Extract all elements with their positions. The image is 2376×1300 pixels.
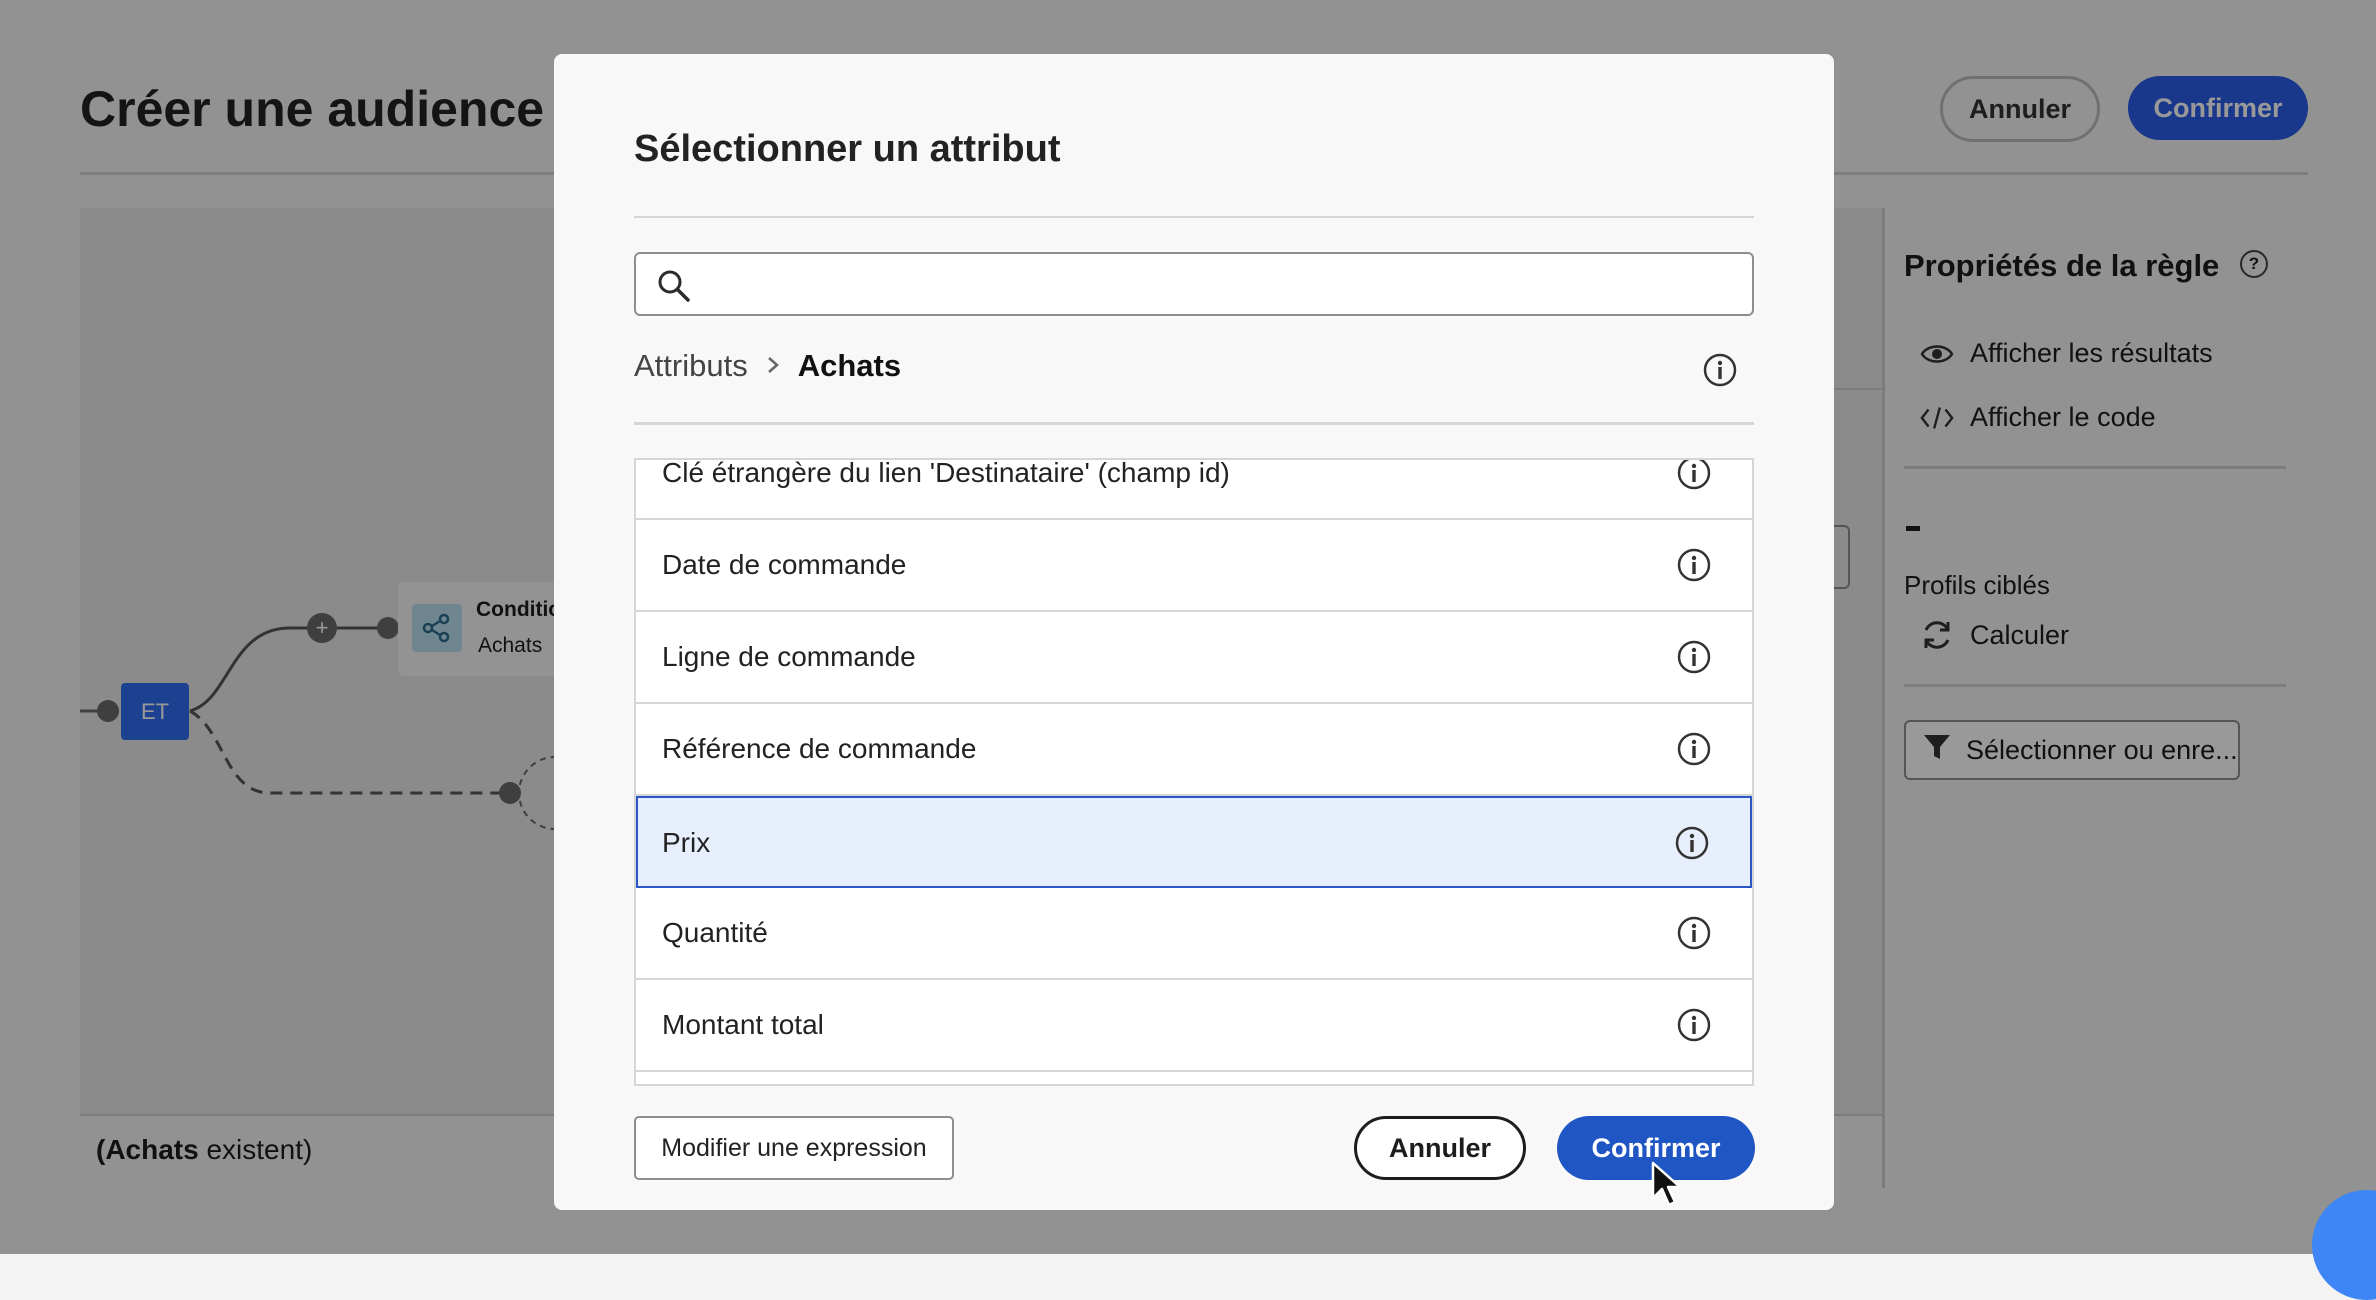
- attribute-label: Montant total: [662, 1009, 824, 1040]
- attribute-label: Date de commande: [662, 549, 907, 580]
- info-icon[interactable]: [1676, 1007, 1712, 1048]
- attribute-list[interactable]: Clé étrangère du lien 'Destinataire' (ch…: [634, 458, 1754, 1086]
- search-input[interactable]: [706, 262, 1740, 308]
- breadcrumb-root[interactable]: Attributs: [634, 348, 748, 384]
- breadcrumb: Attributs Achats: [634, 348, 901, 384]
- info-icon[interactable]: [1674, 825, 1710, 866]
- attribute-label: Référence de commande: [662, 733, 977, 764]
- select-attribute-dialog: Sélectionner un attribut Attributs Achat…: [554, 54, 1834, 1210]
- info-icon[interactable]: [1676, 731, 1712, 772]
- info-icon[interactable]: [1676, 639, 1712, 680]
- attribute-row[interactable]: Ligne de commande: [636, 612, 1752, 704]
- attribute-row[interactable]: Prix: [636, 796, 1752, 888]
- info-icon[interactable]: [1676, 547, 1712, 588]
- attribute-label: Prix: [662, 827, 711, 858]
- attribute-row[interactable]: Clé étrangère du lien 'Destinataire' (ch…: [636, 458, 1752, 520]
- attribute-label: Ligne de commande: [662, 641, 916, 672]
- info-icon[interactable]: [1702, 352, 1738, 393]
- info-icon[interactable]: [1676, 460, 1712, 496]
- pointer-cursor-icon: [1650, 1160, 1684, 1213]
- edit-expression-button[interactable]: Modifier une expression: [634, 1116, 954, 1180]
- attribute-search-field[interactable]: [634, 252, 1754, 316]
- attribute-label: Quantité: [662, 917, 768, 948]
- chevron-right-icon: [766, 351, 780, 382]
- cancel-button[interactable]: Annuler: [1354, 1116, 1526, 1180]
- attribute-label: Clé étrangère du lien 'Destinataire' (ch…: [662, 458, 1230, 488]
- attribute-row[interactable]: Référence de commande: [636, 704, 1752, 796]
- search-icon: [656, 268, 692, 309]
- info-icon[interactable]: [1676, 915, 1712, 956]
- attribute-row[interactable]: Montant total: [636, 980, 1752, 1072]
- dialog-title-divider: [634, 216, 1754, 218]
- attribute-row[interactable]: Date de commande: [636, 520, 1752, 612]
- dialog-title: Sélectionner un attribut: [634, 128, 1061, 170]
- breadcrumb-current: Achats: [797, 348, 902, 383]
- attribute-row[interactable]: Quantité: [636, 888, 1752, 980]
- breadcrumb-divider: [634, 422, 1754, 425]
